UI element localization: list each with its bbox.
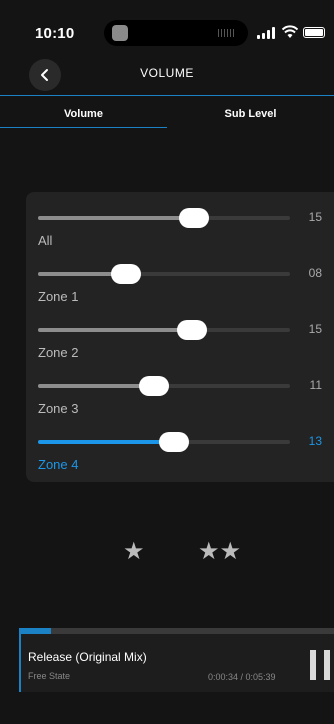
zone-label: Zone 2 xyxy=(38,345,79,360)
zone-4: 13 Zone 4 xyxy=(26,416,334,472)
track-title: Release (Original Mix) xyxy=(28,650,147,664)
audio-app-icon xyxy=(112,25,128,41)
cellular-signal-icon xyxy=(257,27,275,39)
zone-2: 15 Zone 2 xyxy=(26,304,334,360)
volume-value: 15 xyxy=(308,322,322,336)
zone-label: Zone 4 xyxy=(38,457,79,472)
zone-label: All xyxy=(38,233,53,248)
favorite-star-icon[interactable]: ★ xyxy=(123,540,145,564)
volume-slider[interactable] xyxy=(38,208,290,228)
volume-panel: 15 All 08 Zone 1 15 Zone 2 11 Zone 3 13 … xyxy=(26,192,334,482)
volume-value: 11 xyxy=(309,378,322,392)
slider-thumb[interactable] xyxy=(111,264,142,284)
now-playing-bar[interactable]: Release (Original Mix) Free State 0:00:3… xyxy=(19,634,334,692)
volume-value: 13 xyxy=(308,434,322,448)
zone-label: Zone 3 xyxy=(38,401,79,416)
track-time: 0:00:34 / 0:05:39 xyxy=(208,672,276,682)
track-artist: Free State xyxy=(28,671,71,681)
slider-thumb[interactable] xyxy=(179,208,210,228)
zone-all: 15 All xyxy=(26,192,334,248)
tab-bar: Volume Sub Level xyxy=(0,96,334,128)
tab-sub-level[interactable]: Sub Level xyxy=(167,96,334,128)
zone-3: 11 Zone 3 xyxy=(26,360,334,416)
zone-label: Zone 1 xyxy=(38,289,79,304)
audio-wave-icon xyxy=(218,29,236,37)
double-star-icon[interactable]: ★★ xyxy=(198,540,241,564)
wifi-icon xyxy=(282,25,298,38)
volume-value: 15 xyxy=(308,210,322,224)
status-bar: 10:10 xyxy=(0,0,334,56)
volume-slider[interactable] xyxy=(38,264,290,284)
volume-slider[interactable] xyxy=(38,376,290,396)
volume-slider[interactable] xyxy=(38,320,290,340)
tab-volume[interactable]: Volume xyxy=(0,96,167,128)
header: VOLUME xyxy=(0,56,334,96)
volume-value: 08 xyxy=(308,266,322,280)
page-title: VOLUME xyxy=(140,66,194,80)
slider-thumb[interactable] xyxy=(159,432,190,452)
slider-thumb[interactable] xyxy=(138,376,169,396)
volume-slider[interactable] xyxy=(38,432,290,452)
pause-button[interactable] xyxy=(310,650,330,680)
battery-icon xyxy=(303,27,325,38)
slider-thumb[interactable] xyxy=(176,320,207,340)
zone-1: 08 Zone 1 xyxy=(26,248,334,304)
dynamic-island xyxy=(104,20,248,46)
status-time: 10:10 xyxy=(35,25,75,42)
